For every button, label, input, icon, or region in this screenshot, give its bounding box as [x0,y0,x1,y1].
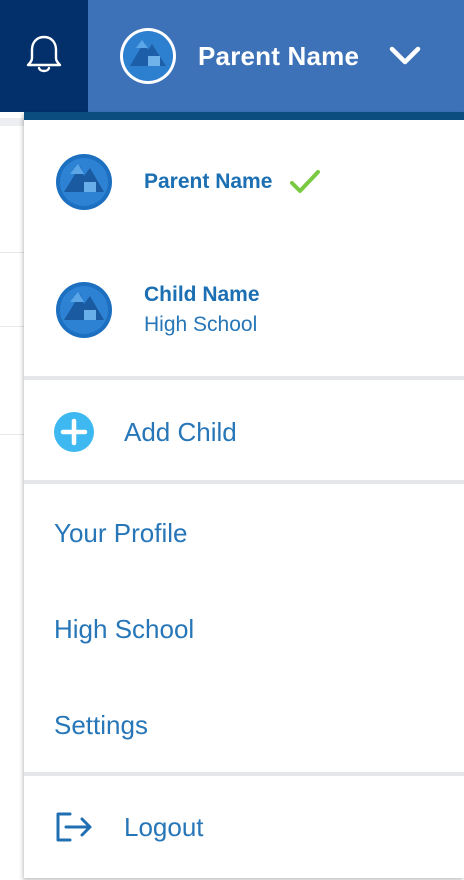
background-header-strip [0,118,24,126]
profile-item-parent[interactable]: Parent Name [24,150,464,214]
profile-subtitle: High School [144,313,258,336]
menu-item-label: High School [54,613,195,644]
menu-item-label: Your Profile [54,517,188,548]
divider [24,772,464,776]
menu-item-high-school[interactable]: High School [24,610,464,648]
notifications-button[interactable] [0,0,88,112]
background-divider [0,434,24,435]
avatar [54,280,114,340]
background-page [0,112,24,880]
menu-item-label: Settings [54,709,148,740]
plus-circle-icon [54,412,94,452]
account-name: Parent Name [198,40,360,71]
divider [24,480,464,484]
check-icon [288,168,322,196]
avatar [118,26,178,86]
dropdown-accent-bar [24,112,464,120]
profile-name: Parent Name [144,170,273,193]
logout-label: Logout [124,811,204,842]
add-child-button[interactable]: Add Child [24,410,464,454]
top-bar: Parent Name [0,0,464,112]
profile-item-child[interactable]: Child Name High School [24,278,464,342]
chevron-down-icon [389,45,421,67]
account-dropdown-menu: Parent Name Child Name High School Add C… [24,112,464,878]
avatar [54,152,114,212]
add-child-label: Add Child [124,416,237,447]
menu-item-your-profile[interactable]: Your Profile [24,514,464,552]
background-divider [0,252,24,253]
bell-icon [22,32,66,81]
divider [24,376,464,380]
logout-button[interactable]: Logout [24,806,464,848]
account-switcher-button[interactable]: Parent Name [88,0,464,112]
profile-name: Child Name [144,283,260,306]
logout-icon [54,807,94,847]
background-divider [0,326,24,327]
menu-item-settings[interactable]: Settings [24,706,464,744]
